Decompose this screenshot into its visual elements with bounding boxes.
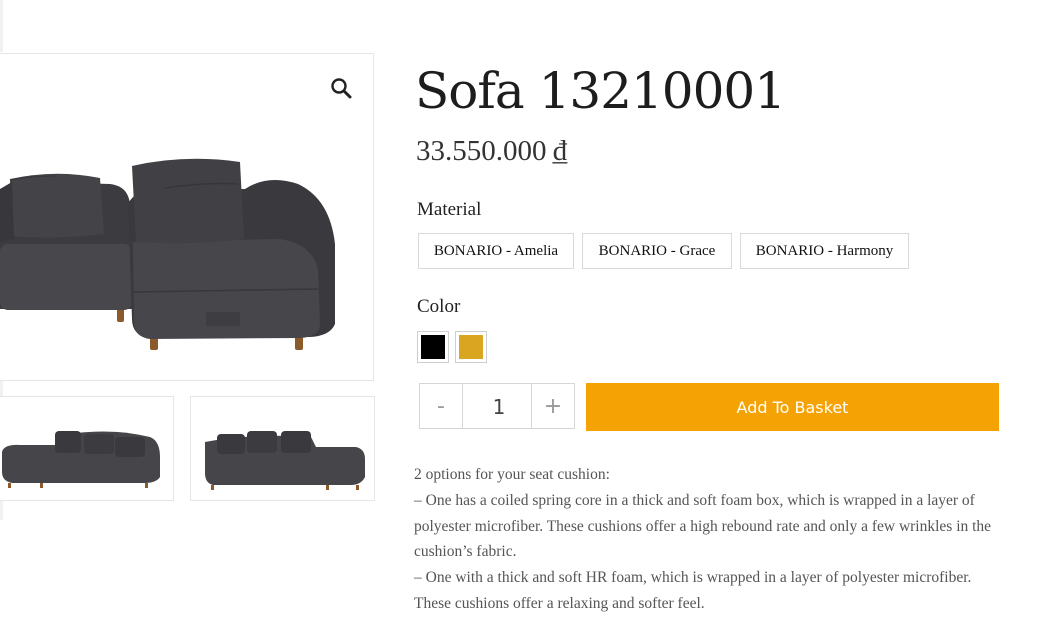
page-edge: [0, 0, 3, 52]
material-option-harmony[interactable]: BONARIO - Harmony: [740, 233, 909, 269]
product-price: 33.550.000 ₫: [416, 131, 567, 171]
color-swatch-fill: [421, 335, 445, 359]
color-swatch-mustard[interactable]: [455, 331, 487, 363]
sofa-thumb-picture: [2, 431, 160, 488]
color-swatch-black[interactable]: [417, 331, 449, 363]
product-main-image[interactable]: [0, 53, 374, 381]
product-title: Sofa 13210001: [415, 62, 786, 120]
description-line: – One with a thick and soft HR foam, whi…: [414, 569, 972, 612]
sofa-thumb-picture: [205, 431, 365, 490]
color-label: Color: [417, 296, 461, 317]
sofa-main-picture: [0, 158, 335, 350]
product-description: 2 options for your seat cushion: – One h…: [414, 462, 1004, 617]
price-amount: 33.550.000: [416, 135, 547, 167]
quantity-increase-button[interactable]: +: [531, 384, 574, 428]
description-line: 2 options for your seat cushion:: [414, 466, 610, 483]
material-label: Material: [417, 199, 482, 220]
product-thumbnail[interactable]: [0, 396, 174, 501]
description-line: – One has a coiled spring core in a thic…: [414, 491, 992, 561]
price-currency: ₫: [552, 135, 568, 167]
quantity-input[interactable]: [463, 384, 535, 430]
color-swatch-fill: [459, 335, 483, 359]
magnifier-icon[interactable]: [329, 76, 353, 100]
quantity-stepper: - +: [419, 383, 575, 430]
product-thumbnail[interactable]: [190, 396, 375, 501]
quantity-decrease-button[interactable]: -: [420, 384, 463, 428]
material-option-amelia[interactable]: BONARIO - Amelia: [418, 233, 574, 269]
material-option-grace[interactable]: BONARIO - Grace: [582, 233, 732, 269]
add-to-basket-button[interactable]: Add To Basket: [586, 383, 999, 431]
